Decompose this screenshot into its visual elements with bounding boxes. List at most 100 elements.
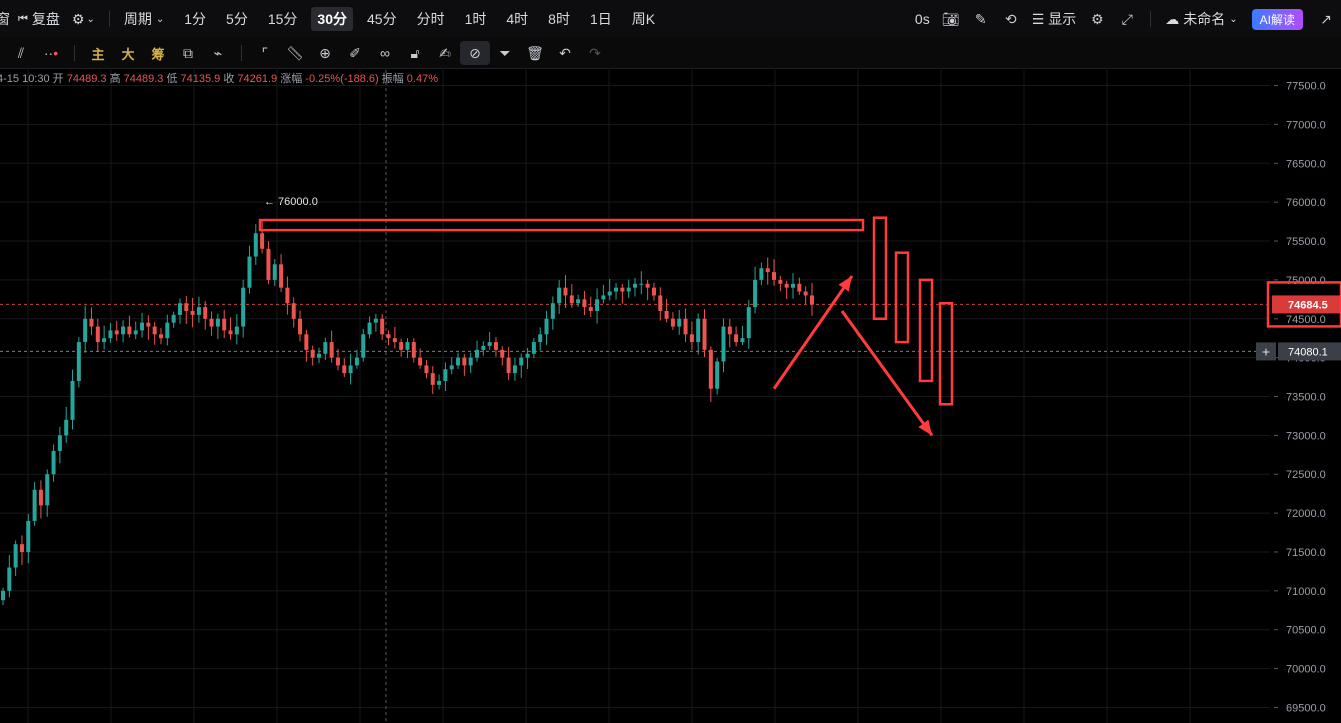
dots-icon[interactable]: ·· • bbox=[36, 41, 66, 65]
trash-icon[interactable]: 🗑︎ bbox=[520, 41, 550, 65]
price-axis[interactable]: 77500.0 77000.0 76500.0 76000.0 75500.0 75000… bbox=[1274, 81, 1326, 715]
magnet-icon[interactable]: ⊘ bbox=[460, 41, 490, 65]
candle-body bbox=[462, 357, 467, 366]
compare-icon[interactable]: ⧉ bbox=[173, 41, 203, 65]
candle-body bbox=[89, 318, 94, 327]
candle-body bbox=[689, 334, 694, 343]
candle-body bbox=[664, 310, 669, 319]
trend-tools-icon[interactable]: ⫽ bbox=[6, 41, 36, 65]
indicator-big-button[interactable]: 大 bbox=[113, 41, 143, 65]
indicator-chip-button[interactable]: 筹 bbox=[143, 41, 173, 65]
high-marker: ← 76000.0 bbox=[264, 196, 318, 208]
projection-box bbox=[918, 278, 934, 383]
candle-body bbox=[500, 349, 505, 358]
filter-icon[interactable]: ⏷ bbox=[490, 41, 520, 65]
crop-icon[interactable]: ⌜ bbox=[250, 41, 280, 65]
candle-body bbox=[222, 318, 227, 331]
candle-body bbox=[399, 342, 404, 350]
display-label: 显示 bbox=[1048, 11, 1077, 27]
brush-icon[interactable]: ⌁ bbox=[203, 41, 233, 65]
candle-body bbox=[481, 345, 486, 350]
candle-body bbox=[209, 318, 214, 327]
candle-body bbox=[361, 334, 366, 358]
edit-lock-icon[interactable]: ✍ bbox=[430, 41, 460, 65]
replay-button[interactable]: ⏮ 复盘 bbox=[12, 7, 66, 31]
candle-body bbox=[76, 342, 81, 381]
candle-body bbox=[734, 334, 739, 343]
resistance-box bbox=[258, 218, 865, 232]
candle-body bbox=[595, 299, 600, 311]
candle-body bbox=[373, 318, 378, 323]
candle-body bbox=[670, 318, 675, 327]
link-icon[interactable]: ∞ bbox=[370, 41, 400, 65]
timeframe-tab[interactable]: 4时 bbox=[500, 7, 534, 31]
candle-body bbox=[727, 326, 732, 335]
candle-body bbox=[437, 380, 442, 385]
candle-body bbox=[620, 287, 625, 292]
candle-body bbox=[683, 318, 688, 335]
cursor-price-label: 74080.1 bbox=[1288, 346, 1328, 358]
candle-body bbox=[576, 299, 581, 304]
close-label: 收 bbox=[223, 73, 235, 85]
ai-interpret-button[interactable]: AI解读 bbox=[1251, 8, 1303, 30]
chevron-down-icon: ⌄ bbox=[1229, 13, 1238, 25]
candle-body bbox=[791, 283, 795, 288]
lock-icon[interactable]: 🔓︎ bbox=[400, 41, 430, 65]
candle-body bbox=[614, 287, 619, 292]
fullscreen-icon[interactable]: ⤢ bbox=[1112, 7, 1142, 31]
replay-icon[interactable]: ⟲ bbox=[996, 7, 1026, 31]
timeframe-tab[interactable]: 1分 bbox=[178, 7, 212, 31]
candle-body bbox=[19, 544, 24, 552]
timeframe-tab[interactable]: 分时 bbox=[411, 7, 451, 31]
candle-body bbox=[253, 233, 258, 257]
candle-body bbox=[557, 287, 562, 304]
timeframe-tab[interactable]: 30分 bbox=[311, 7, 353, 31]
camera-icon[interactable]: 📷︎ bbox=[936, 7, 966, 31]
timeframe-tab[interactable]: 1日 bbox=[584, 7, 618, 31]
arrow-up-shaft bbox=[772, 275, 854, 390]
layout-dropdown[interactable]: ☁ 未命名 ⌄ bbox=[1159, 7, 1243, 31]
countdown: 0s bbox=[914, 11, 930, 27]
y-tick-label: 70500.0 bbox=[1286, 625, 1326, 637]
candle-body bbox=[746, 307, 751, 339]
y-tick-label: 75000.0 bbox=[1286, 275, 1326, 287]
candle-body bbox=[803, 291, 808, 296]
pen-icon[interactable]: ✐ bbox=[340, 41, 370, 65]
chevron-down-icon: ⌄ bbox=[155, 13, 165, 25]
share-icon[interactable]: ↗ bbox=[1311, 7, 1341, 31]
indicator-main-button[interactable]: 主 bbox=[83, 41, 113, 65]
ruler-icon[interactable]: 📏︎ bbox=[280, 41, 310, 65]
indicator-settings-button[interactable]: ⚙ ⌄ bbox=[66, 7, 101, 31]
period-label: 周期 bbox=[123, 11, 152, 27]
candle-body bbox=[443, 369, 448, 381]
high-value: 74489.3 bbox=[123, 73, 164, 85]
timeframe-tab[interactable]: 8时 bbox=[542, 7, 576, 31]
bar-date: 4-15 10:30 bbox=[0, 73, 50, 85]
timeframe-tab[interactable]: 15分 bbox=[262, 7, 304, 31]
open-value: 74489.3 bbox=[66, 73, 107, 85]
y-tick-label: 76500.0 bbox=[1286, 158, 1326, 170]
candle-body bbox=[677, 318, 682, 327]
candle-body bbox=[310, 349, 315, 358]
timeframe-tab[interactable]: 1时 bbox=[459, 7, 493, 31]
pencil-icon[interactable]: ✎ bbox=[966, 7, 996, 31]
candle-body bbox=[146, 322, 151, 327]
candle-body bbox=[468, 357, 473, 366]
low-label: 低 bbox=[166, 73, 178, 85]
candle-body bbox=[538, 334, 543, 343]
cloud-icon: ☁ bbox=[1165, 10, 1180, 27]
period-dropdown[interactable]: 周期 ⌄ bbox=[118, 7, 170, 31]
undo-icon[interactable]: ↶ bbox=[550, 41, 580, 65]
timeframe-tab[interactable]: 5分 bbox=[220, 7, 254, 31]
candlestick-chart[interactable]: 77500.0 77000.0 76500.0 76000.0 75500.0 75000… bbox=[0, 70, 1341, 723]
settings-icon[interactable]: ⚙ bbox=[1082, 7, 1112, 31]
display-button[interactable]: ☰ 显示 bbox=[1026, 7, 1083, 31]
redo-icon[interactable]: ↷ bbox=[580, 41, 610, 65]
candle-body bbox=[380, 318, 385, 335]
timeframe-tab[interactable]: 45分 bbox=[361, 7, 403, 31]
candle-body bbox=[493, 342, 498, 350]
candle-body bbox=[475, 349, 479, 358]
window-label[interactable]: 窗 bbox=[0, 7, 12, 31]
timeframe-tab[interactable]: 周K bbox=[626, 7, 661, 31]
zoom-in-icon[interactable]: ⊕ bbox=[310, 41, 340, 65]
